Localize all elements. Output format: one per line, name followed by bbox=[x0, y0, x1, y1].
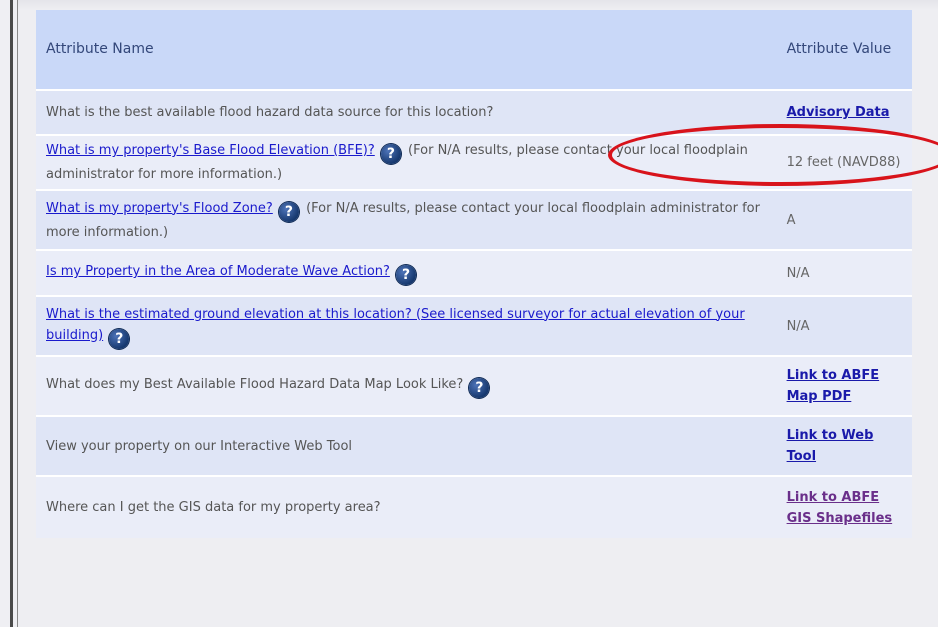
flood-zone-question-link[interactable]: What is my property's Flood Zone? bbox=[46, 201, 273, 216]
row-question-text: What does my Best Available Flood Hazard… bbox=[46, 377, 464, 392]
row-question: What is my property's Flood Zone? ? (For… bbox=[36, 190, 777, 250]
help-icon[interactable]: ? bbox=[396, 265, 417, 285]
abfe-map-pdf-link[interactable]: Link to ABFE Map PDF bbox=[787, 368, 880, 404]
table-row: What is my property's Flood Zone? ? (For… bbox=[36, 190, 912, 250]
row-value: Link to Web Tool bbox=[777, 416, 912, 476]
content-panel-top bbox=[18, 0, 938, 10]
bfe-question-link[interactable]: What is my property's Base Flood Elevati… bbox=[46, 143, 375, 158]
flood-attribute-table: Attribute Name Attribute Value What is t… bbox=[36, 10, 912, 538]
row-question: What is the best available flood hazard … bbox=[46, 105, 494, 120]
help-icon[interactable]: ? bbox=[109, 328, 130, 349]
table-row: Where can I get the GIS data for my prop… bbox=[36, 476, 912, 538]
ground-elevation-question-link[interactable]: What is the estimated ground elevation a… bbox=[46, 307, 745, 343]
header-attribute-name: Attribute Name bbox=[46, 41, 154, 57]
row-value: Link to ABFE GIS Shapefiles bbox=[777, 476, 912, 538]
row-question: What is the estimated ground elevation a… bbox=[36, 296, 777, 356]
row-value: N/A bbox=[786, 318, 810, 334]
help-icon[interactable]: ? bbox=[469, 378, 490, 398]
window-border bbox=[10, 0, 13, 627]
table-row: What is the estimated ground elevation a… bbox=[36, 296, 912, 356]
wave-action-question-link[interactable]: Is my Property in the Area of Moderate W… bbox=[46, 264, 390, 279]
row-value: Link to ABFE Map PDF bbox=[777, 356, 912, 416]
row-question: What does my Best Available Flood Hazard… bbox=[36, 356, 777, 416]
row-value: A bbox=[786, 212, 796, 228]
row-question: Where can I get the GIS data for my prop… bbox=[46, 500, 381, 515]
row-value: N/A bbox=[786, 265, 810, 281]
red-annotation-circle bbox=[608, 124, 938, 186]
row-question: Is my Property in the Area of Moderate W… bbox=[36, 250, 777, 296]
row-question: View your property on our Interactive We… bbox=[46, 438, 353, 454]
help-icon[interactable]: ? bbox=[278, 201, 299, 222]
help-icon[interactable]: ? bbox=[380, 144, 401, 164]
advisory-data-link[interactable]: Advisory Data bbox=[787, 105, 890, 120]
web-tool-link[interactable]: Link to Web Tool bbox=[787, 428, 874, 464]
table-row: Is my Property in the Area of Moderate W… bbox=[36, 250, 912, 296]
table-row: What does my Best Available Flood Hazard… bbox=[36, 356, 912, 416]
table-header-row: Attribute Name Attribute Value bbox=[36, 10, 912, 90]
gis-shapefiles-link[interactable]: Link to ABFE GIS Shapefiles bbox=[787, 490, 893, 526]
header-attribute-value: Attribute Value bbox=[786, 41, 892, 57]
table-row: View your property on our Interactive We… bbox=[36, 416, 912, 476]
